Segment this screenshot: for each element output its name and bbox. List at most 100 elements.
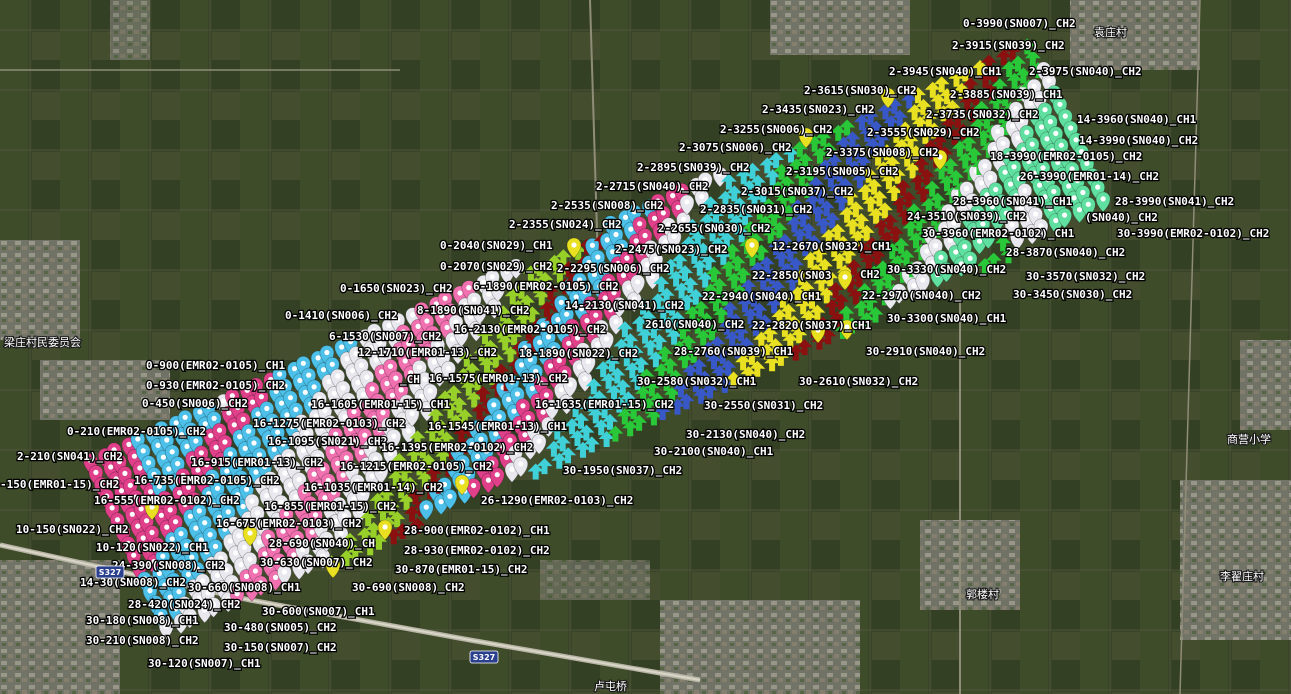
survey-point-label: 16-1575(EMR01-13)_CH2 [429,372,568,385]
survey-point-label: 2-2475(SN023)_CH2 [615,243,728,256]
survey-point-label: 16-1215(EMR02-0105)_CH2 [340,460,492,473]
survey-point-label: 2-3945(SN040)_CH1 [889,65,1002,78]
survey-point-label: 2-2835(SN031)_CH2 [700,203,813,216]
survey-point-label: 16-855(EMR01-15)_CH2 [264,500,396,513]
survey-point-label: 0-2070(SN029)_CH2 [440,260,553,273]
survey-point-label: 30-690(SN008)_CH2 [352,581,465,594]
survey-point-label: 16-1545(EMR01-13)_CH1 [428,420,567,433]
survey-point-label: 30-2130(SN040)_CH2 [686,428,805,441]
survey-point-label: 28-3990(SN041)_CH2 [1115,195,1234,208]
survey-point-label: 28-930(EMR02-0102)_CH2 [404,544,550,557]
survey-point-label: 30-3300(SN040)_CH1 [887,312,1007,325]
survey-point-label: 16-735(EMR02-0105)_CH2 [134,474,280,487]
survey-point-label: _CH [400,373,420,386]
survey-point-label: 2610(SN040)_CH2 [645,318,744,331]
survey-point-label: 8-1890(SN041)_CH2 [417,304,530,317]
survey-point-label: 2-2715(SN040)_CH2 [596,180,709,193]
survey-point-label: 28-3870(SN040)_CH2 [1006,246,1125,259]
survey-point-label: 0-900(EMR02-0105)_CH1 [146,359,285,372]
survey-point-label: 14-3960(SN040)_CH1 [1077,113,1197,126]
road-shield-label: S327 [473,653,495,662]
survey-point-label: 14-2130(SN041)_CH2 [565,299,684,312]
survey-point-label: 12-2670(SN032)_CH1 [772,240,892,253]
survey-point-label: 6-1890(EMR02-0105)_CH2 [473,280,619,293]
survey-point-label: -150(EMR01-15)_CH2 [0,478,119,491]
survey-point-label: 22-2970(SN040)_CH2 [862,289,981,302]
survey-point-label: 30-210(SN008)_CH2 [86,634,199,647]
place-name: 郭楼村 [966,587,999,601]
survey-point-label: 6-1530(SN007)_CH2 [329,330,442,343]
survey-point-label: 28-2760(SN039)_CH1 [674,345,794,358]
survey-point-label: 16-675(EMR02-0103)_CH2 [216,517,362,530]
survey-point-label: 2-2655(SN030)_CH2 [658,222,771,235]
survey-point-label: 16-1275(EMR02-0103)_CH2 [253,417,405,430]
survey-point-label: 2-3195(SN005)_CH2 [786,165,899,178]
survey-point-label: 0-930(EMR02-0105)_CH2 [146,379,285,392]
survey-point-label: 0-2040(SN029)_CH1 [440,239,553,252]
survey-point-label: 2-2355(SN024)_CH2 [509,218,622,231]
survey-point-label: (SN040)_CH2 [1085,211,1158,224]
survey-point-label: 16-1395(EMR02-0102)_CH2 [381,441,533,454]
survey-point-label: 30-3960(EMR02-0102)_CH1 [922,227,1075,240]
road-shield-label: S327 [99,568,121,577]
survey-point-label: 2-3615(SN030)_CH2 [804,84,917,97]
survey-point-label: 30-3570(SN032)_CH2 [1026,270,1145,283]
survey-point-label: 2-2295(SN006)_CH2 [557,262,670,275]
survey-point-label: 16-2130(EMR02-0105)_CH2 [454,323,606,336]
survey-point-label: 30-180(SN008)_CH1 [86,614,199,627]
place-name: 袁庄村 [1094,25,1127,39]
survey-point-label: 2-3015(SN037)_CH2 [741,185,854,198]
survey-point-label: 0-210(EMR02-0105)_CH2 [67,425,206,438]
survey-point-label: 30-3450(SN030)_CH2 [1013,288,1132,301]
survey-point-label: 24-390(SN008)_CH2 [112,559,225,572]
survey-point-label: 2-3975(SN040)_CH2 [1029,65,1142,78]
survey-point-label: 2-3555(SN029)_CH2 [867,126,980,139]
survey-point-label: 22-2820(SN037)_CH1 [752,319,872,332]
survey-point-label: 16-1635(EMR01-15)_CH2 [535,398,674,411]
survey-point-label: 16-555(EMR02-0102)_CH2 [94,494,240,507]
survey-point-label: 28-690(SN040)_CH [269,537,375,550]
survey-point-label: 10-120(SN022)_CH1 [96,541,209,554]
survey-point-label: 0-3990(SN007)_CH2 [963,17,1076,30]
survey-point-label: 18-1890(SN022)_CH2 [519,347,638,360]
survey-point-label: 2-210(SN041)_CH2 [17,450,123,463]
road-shield: S327 [469,650,499,664]
survey-point-label: 26-1290(EMR02-0103)_CH2 [481,494,633,507]
survey-point-label: 16-1035(EMR01-14)_CH2 [304,481,443,494]
survey-point-label: 18-3990(EMR02-0105)_CH2 [990,150,1142,163]
survey-point-label: 30-2550(SN031)_CH2 [704,399,823,412]
survey-point-label: 24-3510(SN039)_CH2 [907,210,1026,223]
survey-point-label: 30-3990(EMR02-0102)_CH2 [1117,227,1269,240]
survey-point-label: CH2 [860,268,880,281]
survey-point-label: 30-150(SN007)_CH2 [224,641,337,654]
survey-point-label: 2-3915(SN039)_CH2 [952,39,1065,52]
survey-point-label: 30-2580(SN032)_CH1 [637,375,757,388]
survey-point-label: 16-915(EMR01-13)_CH2 [191,456,323,469]
satellite-map[interactable]: 0-3990(SN007)_CH2 2-3915(SN039)_CH2 2-3945… [0,0,1291,694]
survey-point-label: 30-630(SN007)_CH2 [260,556,373,569]
survey-point-label: 2-2895(SN039)_CH2 [637,161,750,174]
survey-point-label: 0-450(SN006)_CH2 [142,397,248,410]
survey-point-label: 30-1950(SN037)_CH2 [563,464,682,477]
place-name: 卢屯桥 [594,680,627,693]
survey-point-label: 30-2610(SN032)_CH2 [799,375,918,388]
survey-point-label: 2-3255(SN006)_CH2 [720,123,833,136]
survey-point-label: 12-1710(EMR01-13)_CH2 [358,346,497,359]
survey-point-label: 30-2910(SN040)_CH2 [866,345,985,358]
survey-point-label: 2-3075(SN006)_CH2 [679,141,792,154]
road-shield: S327 [95,565,125,579]
survey-point-label: 30-600(SN007)_CH1 [262,605,375,618]
survey-point-label: 16-1605(EMR01-15)_CH1 [311,398,450,411]
survey-point-label: 30-660(SN008)_CH1 [188,581,301,594]
survey-point-label: 22-2940(SN040)_CH1 [702,290,822,303]
survey-point-label: 30-120(SN007)_CH1 [148,657,261,670]
survey-point-label: 2-3435(SN023)_CH2 [762,103,875,116]
survey-point-label: 22-2850(SN03 [752,269,831,282]
survey-point-label: 30-3330(SN040)_CH2 [887,263,1006,276]
survey-point-label: 30-2100(SN040)_CH1 [654,445,774,458]
survey-point-label: 2-3375(SN008)_CH2 [826,146,939,159]
survey-point-label: 28-420(SN024)_CH2 [128,598,241,611]
survey-point-label: 14-30(SN008)_CH2 [80,576,186,589]
survey-point-label: 10-150(SN022)_CH2 [16,523,129,536]
survey-point-label: 2-2535(SN008)_CH2 [551,199,664,212]
